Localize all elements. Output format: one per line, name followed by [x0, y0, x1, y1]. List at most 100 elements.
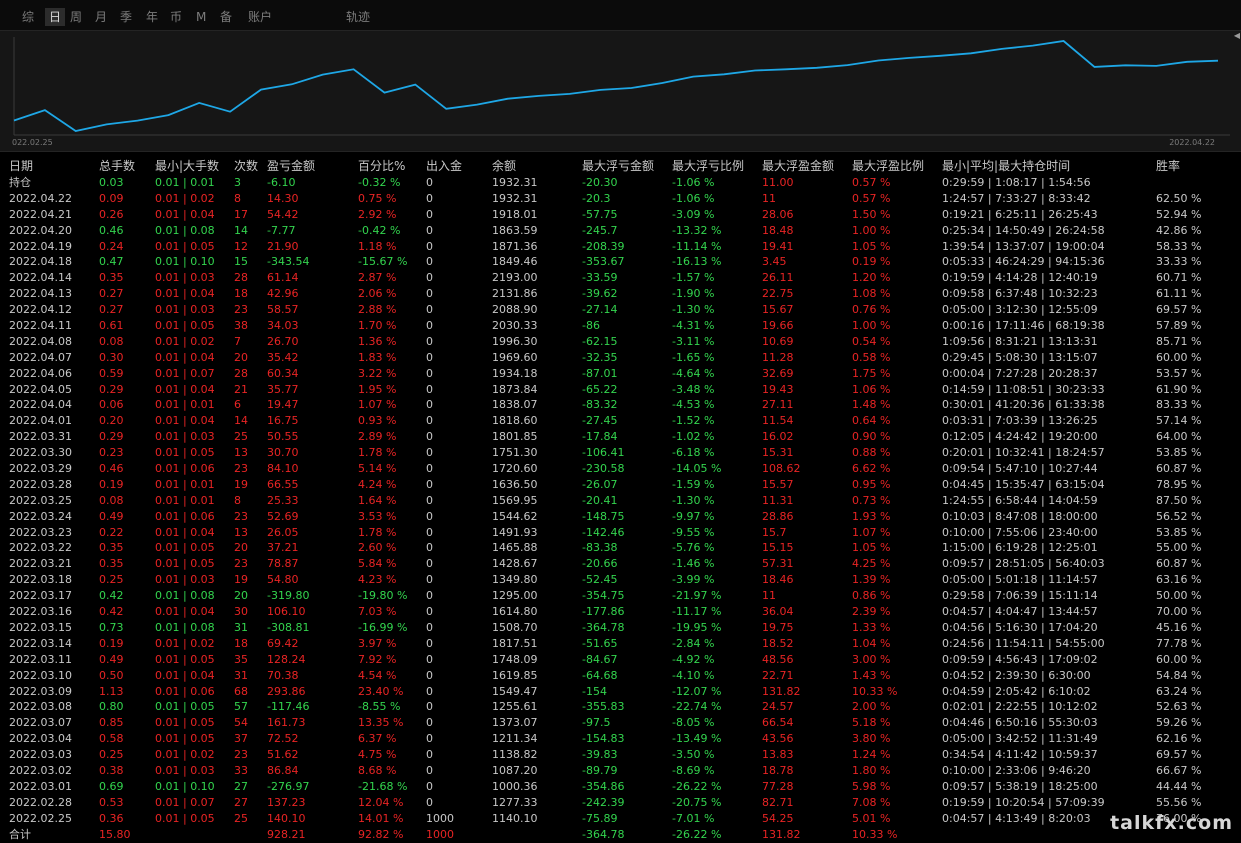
cell-maxprofitpct: 1.93 %: [852, 509, 891, 523]
cell-maxprofitpct: 1.06 %: [852, 382, 891, 396]
cell-maxprofit: 11.31: [762, 493, 794, 507]
cell-maxloss: -84.67: [582, 652, 618, 666]
cell-date: 2022.04.20: [9, 223, 72, 237]
table-row: 2022.03.17 0.42 0.01 | 0.08 20 -319.80 -19.80…: [0, 588, 1241, 604]
cell-pct: 2.87 %: [358, 271, 397, 285]
tab-4[interactable]: 季: [120, 8, 132, 26]
tab-6[interactable]: 币: [170, 8, 182, 26]
cell-maxprofitpct: 5.01 %: [852, 811, 891, 825]
cell-io: 0: [426, 573, 433, 587]
total-maxloss: -364.78: [582, 827, 625, 841]
cell-count: 38: [234, 319, 248, 333]
cell-win: 60.87 %: [1156, 557, 1202, 571]
column-header[interactable]: 百分比%: [358, 158, 405, 174]
cell-lots: 0.19: [99, 636, 124, 650]
tab-3[interactable]: 月: [95, 8, 107, 26]
cell-pct: 1.70 %: [358, 319, 397, 333]
cell-maxloss: -33.59: [582, 271, 618, 285]
cell-minmax: 0.01 | 0.02: [155, 636, 215, 650]
cell-maxlosspct: -1.30 %: [672, 303, 715, 317]
cell-lots: 0.69: [99, 779, 124, 793]
cell-minmax: 0.01 | 0.05: [155, 716, 215, 730]
cell-pnl: 26.70: [267, 334, 299, 348]
column-header[interactable]: 最大浮盈金额: [762, 158, 834, 174]
column-header[interactable]: 最大浮盈比例: [852, 158, 924, 174]
column-header[interactable]: 最大浮亏比例: [672, 158, 744, 174]
tab-7[interactable]: M: [196, 8, 206, 26]
column-header[interactable]: 盈亏金额: [267, 158, 315, 174]
cell-win: 53.57 %: [1156, 366, 1202, 380]
cell-date: 2022.03.16: [9, 605, 72, 619]
cell-pnl: 84.10: [267, 462, 299, 476]
cell-minmax: 0.01 | 0.04: [155, 382, 215, 396]
cell-maxprofitpct: 1.04 %: [852, 636, 891, 650]
cell-maxlosspct: -1.46 %: [672, 557, 715, 571]
cell-maxprofitpct: 0.73 %: [852, 493, 891, 507]
tab-5[interactable]: 年: [146, 8, 158, 26]
tab-2[interactable]: 周: [70, 8, 82, 26]
table-row: 2022.04.08 0.08 0.01 | 0.02 7 26.70 1.36 % 0 19…: [0, 334, 1241, 350]
scroll-left-arrow-icon[interactable]: ◀: [1234, 31, 1240, 40]
cell-count: 20: [234, 350, 248, 364]
column-header[interactable]: 最大浮亏金额: [582, 158, 654, 174]
cell-win: 54.84 %: [1156, 668, 1202, 682]
cell-pnl: 69.42: [267, 636, 299, 650]
cell-io: 0: [426, 350, 433, 364]
cell-balance: 1918.01: [492, 207, 538, 221]
tab-1[interactable]: 日: [45, 8, 66, 26]
cell-minmax: 0.01 | 0.05: [155, 811, 215, 825]
cell-time: 0:20:01 | 10:32:41 | 18:24:57: [942, 446, 1105, 460]
tab-8[interactable]: 备: [220, 8, 232, 26]
column-header[interactable]: 出入金: [426, 158, 462, 174]
cell-lots: 0.47: [99, 255, 124, 269]
column-header[interactable]: 胜率: [1156, 158, 1180, 174]
cell-maxprofit: 19.43: [762, 382, 794, 396]
cell-maxprofitpct: 1.20 %: [852, 271, 891, 285]
cell-win: 61.90 %: [1156, 382, 1202, 396]
column-header[interactable]: 日期: [9, 158, 33, 174]
tab-9[interactable]: 账户: [248, 8, 272, 26]
cell-maxlosspct: -1.02 %: [672, 430, 715, 444]
cell-io: 0: [426, 446, 433, 460]
cell-maxlosspct: -26.22 %: [672, 779, 722, 793]
cell-maxprofitpct: 10.33 %: [852, 684, 898, 698]
cell-win: 59.26 %: [1156, 716, 1202, 730]
tab-10[interactable]: 轨迹: [346, 8, 370, 26]
cell-date: 2022.03.09: [9, 684, 72, 698]
cell-lots: 1.13: [99, 684, 124, 698]
cell-lots: 0.35: [99, 271, 124, 285]
cell-maxlosspct: -22.74 %: [672, 700, 722, 714]
cell-minmax: 0.01 | 0.04: [155, 605, 215, 619]
column-header[interactable]: 总手数: [99, 158, 135, 174]
cell-maxprofitpct: 0.19 %: [852, 255, 891, 269]
table-row: 2022.03.11 0.49 0.01 | 0.05 35 128.24 7.92 % 0…: [0, 652, 1241, 668]
cell-time: 0:00:04 | 7:27:28 | 20:28:37: [942, 366, 1098, 380]
cell-date: 2022.02.28: [9, 795, 72, 809]
cell-balance: 2088.90: [492, 303, 538, 317]
cell-maxloss: -148.75: [582, 509, 625, 523]
cell-maxlosspct: -3.11 %: [672, 334, 715, 348]
cell-win: 62.50 %: [1156, 191, 1202, 205]
tab-0[interactable]: 综: [22, 8, 34, 26]
column-header[interactable]: 余额: [492, 158, 516, 174]
cell-date: 2022.03.17: [9, 589, 72, 603]
cell-minmax: 0.01 | 0.07: [155, 795, 215, 809]
cell-maxloss: -154.83: [582, 732, 625, 746]
column-header[interactable]: 次数: [234, 158, 258, 174]
cell-maxloss: -20.30: [582, 176, 618, 189]
table-row: 2022.03.01 0.69 0.01 | 0.10 27 -276.97 -21.68…: [0, 779, 1241, 795]
table-row: 2022.03.02 0.38 0.01 | 0.03 33 86.84 8.68 % 0 1…: [0, 763, 1241, 779]
cell-time: 0:04:45 | 15:35:47 | 63:15:04: [942, 477, 1105, 491]
watermark: talkfx.com: [1110, 812, 1233, 834]
cell-maxprofitpct: 4.25 %: [852, 557, 891, 571]
cell-time: 0:03:31 | 7:03:39 | 13:26:25: [942, 414, 1098, 428]
balance-line: [13, 40, 1219, 132]
column-header[interactable]: 最小|大手数: [155, 158, 219, 174]
cell-maxlosspct: -11.14 %: [672, 239, 722, 253]
cell-maxprofitpct: 1.80 %: [852, 763, 891, 777]
cell-maxloss: -86: [582, 319, 600, 333]
column-header[interactable]: 最小|平均|最大持仓时间: [942, 158, 1070, 174]
cell-maxprofitpct: 0.86 %: [852, 589, 891, 603]
cell-pct: -0.42 %: [358, 223, 401, 237]
cell-pnl: 66.55: [267, 477, 299, 491]
